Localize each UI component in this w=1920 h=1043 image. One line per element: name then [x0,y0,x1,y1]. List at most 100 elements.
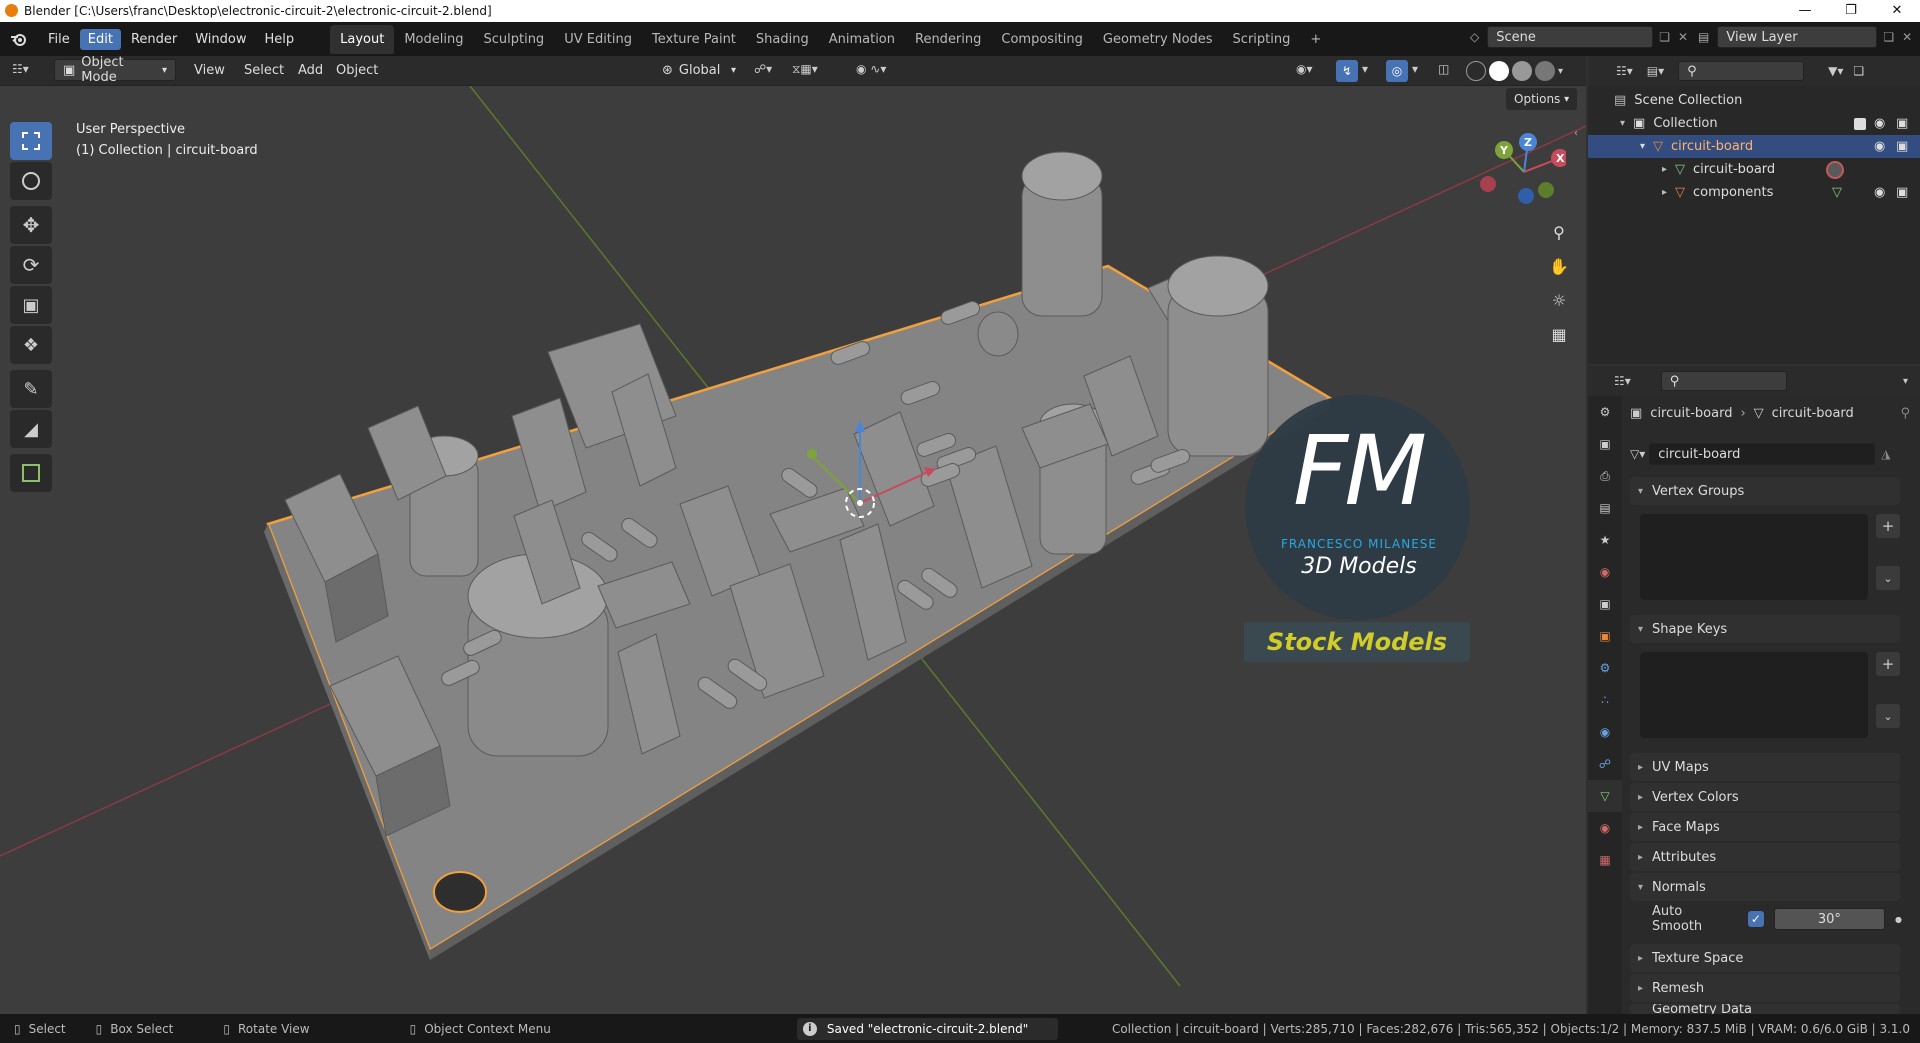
expand-arrow-icon[interactable]: ▸ [1662,187,1667,198]
tab-data[interactable]: ▽ [1588,780,1622,812]
tab-layout[interactable]: Layout [330,24,395,54]
visibility-eye-icon[interactable]: ◉ [1874,185,1885,200]
outliner-item-scene-collection[interactable]: ▤ Scene Collection [1588,89,1920,112]
visibility-icon[interactable]: ◉▾ [1296,62,1313,76]
tab-view-layer[interactable]: ▤ [1588,492,1622,524]
editor-type-icon[interactable]: ☷▾ [12,62,29,76]
save-report[interactable]: i Saved "electronic-circuit-2.blend" [796,1017,1059,1040]
properties-search-input[interactable]: ⚲ [1660,371,1787,391]
add-shape-key-button[interactable]: + [1876,652,1900,676]
scene-name-field[interactable]: Scene [1487,26,1654,48]
chevron-down-icon[interactable]: ▾ [1362,62,1368,76]
remove-view-layer-icon[interactable]: ✕ [1902,30,1912,44]
panel-vertex-colors[interactable]: ▸ Vertex Colors [1630,783,1900,811]
tab-uv-editing[interactable]: UV Editing [554,25,642,54]
panel-texture-space[interactable]: ▸ Texture Space [1630,944,1900,972]
view-layer-selector[interactable]: ▤ View Layer ❏ ✕ [1698,26,1912,48]
shape-keys-list[interactable] [1640,652,1868,738]
panel-shape-keys[interactable]: ▾ Shape Keys [1630,615,1900,643]
properties-editor-icon[interactable]: ☷▾ [1614,374,1631,388]
panel-attributes[interactable]: ▸ Attributes [1630,843,1900,871]
filter-icon[interactable]: ▼▾ [1828,64,1843,78]
tab-scene[interactable]: ★ [1588,524,1622,556]
minimize-button[interactable]: — [1782,0,1828,22]
perspective-toggle-button[interactable]: ▦ [1545,320,1573,348]
new-collection-icon[interactable]: ❏ [1853,64,1864,78]
viewport-options-button[interactable]: Options ▾ [1506,88,1578,110]
tab-collection[interactable]: ▣ [1588,588,1622,620]
overlay-toggle-icon[interactable]: ◎ [1386,60,1408,82]
add-vertex-group-button[interactable]: + [1876,514,1900,538]
auto-smooth-checkbox[interactable]: ✓ [1748,911,1764,927]
proportional-edit-icon[interactable]: ◉ ∿▾ [856,62,886,76]
menu-render[interactable]: Render [123,29,185,50]
new-scene-icon[interactable]: ❏ [1659,30,1670,44]
expand-arrow-icon[interactable]: ▾ [1620,118,1625,129]
sidebar-toggle-arrow[interactable]: ‹ [1574,128,1578,139]
render-camera-icon[interactable]: ▣ [1896,139,1908,154]
menu-file[interactable]: File [40,29,78,50]
zoom-view-button[interactable]: ⚲ [1545,218,1573,246]
scale-tool[interactable]: ▣ [10,286,52,324]
annotate-tool[interactable]: ✎ [10,370,52,408]
panel-face-maps[interactable]: ▸ Face Maps [1630,813,1900,841]
gizmo-toggle-icon[interactable]: ↯ [1336,60,1358,82]
tab-scripting[interactable]: Scripting [1223,25,1301,54]
snap-icon[interactable]: ⧖▦▾ [792,62,818,77]
tab-constraints[interactable]: ☍ [1588,748,1622,780]
shape-key-menu-button[interactable]: ⌄ [1876,704,1900,728]
outliner-item-circuit-board-mesh[interactable]: ▸ ▽ circuit-board [1588,158,1920,181]
tab-geometry-nodes[interactable]: Geometry Nodes [1093,25,1223,54]
add-workspace-button[interactable]: + [1300,25,1331,54]
panel-uv-maps[interactable]: ▸ UV Maps [1630,753,1900,781]
camera-view-button[interactable]: ☼ [1545,286,1573,314]
scene-selector[interactable]: ◇ Scene ❏ ✕ [1470,26,1688,48]
tab-output[interactable]: ⎙ [1588,460,1622,492]
tab-texture[interactable]: ▦ [1588,844,1622,876]
solid-shading-icon[interactable] [1489,61,1509,81]
rendered-shading-icon[interactable] [1535,61,1555,81]
menu-window[interactable]: Window [187,29,254,50]
move-tool[interactable]: ✥ [10,206,52,244]
viewport-menu-object[interactable]: Object [328,59,386,81]
outliner-editor-icon[interactable]: ☷▾ [1616,64,1633,78]
outliner-item-circuit-board-object[interactable]: ▾ ▽ circuit-board ◉ ▣ [1588,135,1920,158]
render-camera-icon[interactable]: ▣ [1896,116,1908,131]
menu-help[interactable]: Help [257,29,303,50]
viewport-menu-add[interactable]: Add [290,59,331,81]
viewport-menu-view[interactable]: View [186,59,233,81]
fake-user-shield-icon[interactable]: ◮ [1881,447,1890,461]
transform-tool[interactable]: ❖ [10,326,52,364]
tab-particles[interactable]: ∴ [1588,684,1622,716]
add-cube-tool[interactable] [10,454,52,492]
xray-toggle-icon[interactable]: ◫ [1438,62,1449,76]
tab-object[interactable]: ▣ [1588,620,1622,652]
pin-icon[interactable]: ⚲ [1900,406,1910,421]
visibility-eye-icon[interactable]: ◉ [1874,139,1885,154]
view-layer-field[interactable]: View Layer [1717,26,1878,48]
outliner-item-components[interactable]: ▸ ▽ components ▽ ◉ ▣ [1588,181,1920,204]
tab-world[interactable]: ◉ [1588,556,1622,588]
close-window-button[interactable]: ✕ [1874,0,1920,22]
panel-remesh[interactable]: ▸ Remesh [1630,974,1900,1002]
measure-tool[interactable]: ◢ [10,410,52,448]
pan-view-button[interactable]: ✋ [1545,252,1573,280]
tab-material[interactable]: ◉ [1588,812,1622,844]
outliner-search-input[interactable]: ⚲ [1678,61,1805,81]
tab-render[interactable]: ▣ [1588,428,1622,460]
tab-compositing[interactable]: Compositing [991,25,1093,54]
outliner-item-collection[interactable]: ▾ ▣ Collection ◉ ▣ [1588,112,1920,135]
rotate-tool[interactable]: ⟳ [10,246,52,284]
display-mode-icon[interactable]: ▤▾ [1647,64,1664,78]
3d-viewport[interactable]: User Perspective (1) Collection | circui… [0,56,1586,1014]
expand-arrow-icon[interactable]: ▾ [1640,141,1645,152]
mesh-browse-icon[interactable]: ▽▾ [1630,447,1645,461]
cursor-tool[interactable] [10,162,52,200]
visibility-eye-icon[interactable]: ◉ [1874,116,1885,131]
keyframe-dot-icon[interactable]: ● [1895,915,1902,924]
render-camera-icon[interactable]: ▣ [1896,185,1908,200]
tab-modeling[interactable]: Modeling [394,25,473,54]
tab-animation[interactable]: Animation [819,25,905,54]
remove-scene-icon[interactable]: ✕ [1678,30,1688,44]
tab-modifiers[interactable]: ⚙ [1588,652,1622,684]
